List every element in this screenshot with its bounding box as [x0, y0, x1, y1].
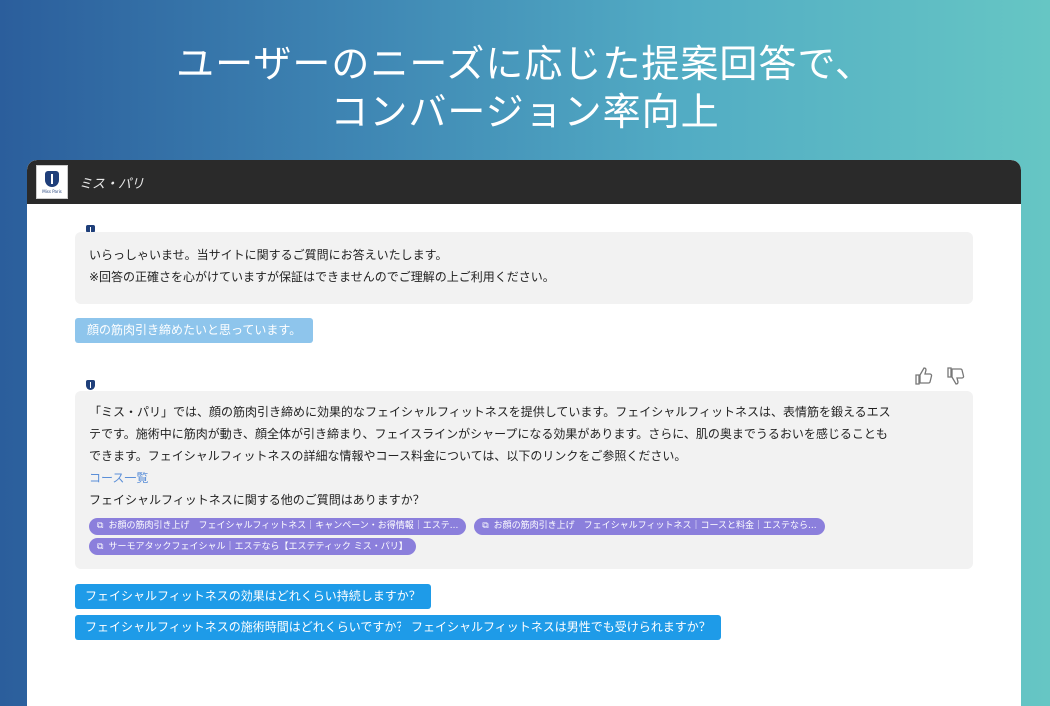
- thumbs-up-icon[interactable]: [914, 366, 934, 391]
- reference-chip[interactable]: ⧉ お顔の筋肉引き上げ フェイシャルフィットネス｜コースと料金｜エステなら...: [474, 517, 825, 535]
- emblem-icon: [85, 379, 95, 390]
- greeting-message: いらっしゃいませ。当サイトに関するご質問にお答えいたします。 ※回答の正確さを心…: [75, 232, 973, 304]
- logo-text: Miss Paris: [42, 188, 62, 194]
- external-link-icon: ⧉: [97, 521, 104, 531]
- greeting-line-1: いらっしゃいませ。当サイトに関するご質問にお答えいたします。: [89, 248, 448, 262]
- headline-line-1: ユーザーのニーズに応じた提案回答で、: [176, 42, 874, 86]
- answer-line-1: 「ミス・パリ」では、顔の筋肉引き締めに効果的なフェイシャルフィットネスを提供して…: [89, 405, 891, 419]
- reference-chips: ⧉ お顔の筋肉引き上げ フェイシャルフィットネス｜キャンペーン・お得情報｜エステ…: [89, 514, 959, 535]
- suggestion-button[interactable]: フェイシャルフィットネスの施術時間はどれくらいですか？: [75, 615, 419, 640]
- external-link-icon: ⧉: [97, 541, 104, 552]
- reference-chip-label: お顔の筋肉引き上げ フェイシャルフィットネス｜コースと料金｜エステなら...: [493, 521, 817, 531]
- reference-chip[interactable]: ⧉ サーモアタックフェイシャル｜エステなら【エステティック ミス・パリ】: [89, 538, 416, 555]
- chat-titlebar: Miss Paris ミス・パリ: [27, 160, 1021, 204]
- answer-line-3: できます。フェイシャルフィットネスの詳細な情報やコース料金については、以下のリン…: [89, 449, 687, 463]
- answer-message: 「ミス・パリ」では、顔の筋肉引き締めに効果的なフェイシャルフィットネスを提供して…: [75, 391, 973, 569]
- reference-chip[interactable]: ⧉ お顔の筋肉引き上げ フェイシャルフィットネス｜キャンペーン・お得情報｜エステ…: [89, 517, 467, 535]
- headline-line-2: コンバージョン率向上: [330, 90, 720, 134]
- user-message: 顔の筋肉引き締めたいと思っています。: [75, 318, 314, 343]
- answer-line-2: テです。施術中に筋肉が動き、顔全体が引き締まり、フェイスラインがシャープになる効…: [89, 427, 888, 441]
- course-list-link[interactable]: コース一覧: [89, 467, 959, 489]
- reference-chip-label: お顔の筋肉引き上げ フェイシャルフィットネス｜キャンペーン・お得情報｜エステ..…: [108, 521, 459, 531]
- brand-name: ミス・パリ: [79, 176, 145, 192]
- thumbs-down-icon[interactable]: [946, 366, 966, 391]
- suggestion-button[interactable]: フェイシャルフィットネスは男性でも受けられますか？: [401, 615, 721, 640]
- greeting-line-2: ※回答の正確さを心がけていますが保証はできませんのでご理解の上ご利用ください。: [89, 270, 555, 284]
- emblem-icon: [45, 170, 59, 187]
- chat-window: Miss Paris ミス・パリ Miss Paris いらっしゃいませ。当サイ…: [27, 160, 1021, 706]
- reference-chips-row-2: ⧉ サーモアタックフェイシャル｜エステなら【エステティック ミス・パリ】: [89, 535, 959, 555]
- suggestion-button[interactable]: フェイシャルフィットネスの効果はどれくらい持続しますか？: [75, 584, 431, 609]
- answer-followup: フェイシャルフィットネスに関する他のご質問はありますか？: [89, 493, 425, 507]
- brand-logo: Miss Paris: [36, 165, 68, 199]
- external-link-icon: ⧉: [482, 521, 489, 531]
- headline: ユーザーのニーズに応じた提案回答で、 コンバージョン率向上: [0, 40, 1050, 136]
- reference-chip-label: サーモアタックフェイシャル｜エステなら【エステティック ミス・パリ】: [108, 541, 408, 552]
